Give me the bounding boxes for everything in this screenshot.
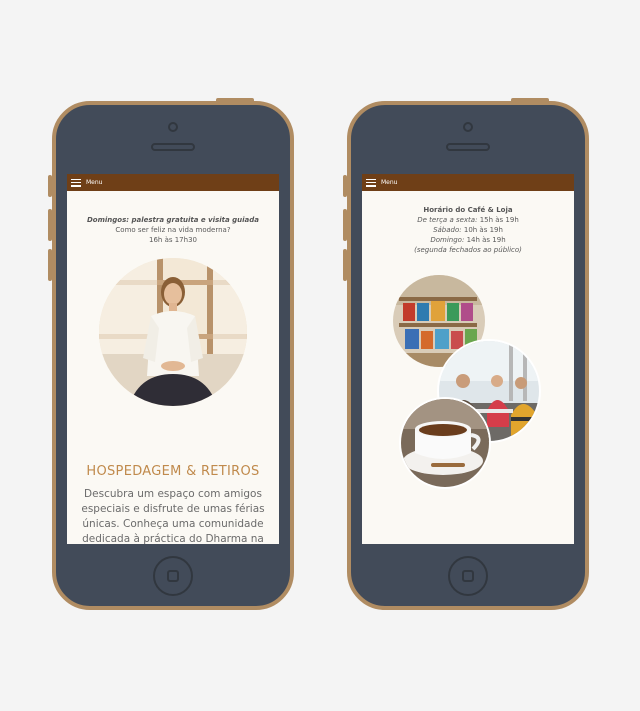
section-heading: HOSPEDAGEM & RETIROS bbox=[86, 464, 260, 479]
power-button bbox=[216, 98, 254, 103]
volume-up-button bbox=[343, 209, 347, 241]
camera-icon bbox=[463, 122, 473, 132]
power-button bbox=[511, 98, 549, 103]
mute-switch bbox=[48, 175, 52, 197]
camera-icon bbox=[168, 122, 178, 132]
volume-down-button bbox=[48, 249, 52, 281]
screen-right: Menu Horário do Café & Loja De terça a s… bbox=[362, 174, 574, 544]
menu-label[interactable]: Menu bbox=[381, 179, 397, 186]
hamburger-icon[interactable] bbox=[71, 178, 81, 187]
home-button-icon[interactable] bbox=[448, 556, 488, 596]
phone-left: Menu Domingos: palestra gratuita e visit… bbox=[48, 98, 294, 610]
hamburger-icon[interactable] bbox=[366, 178, 376, 187]
speaker-icon bbox=[151, 143, 195, 151]
menu-bar[interactable]: Menu bbox=[362, 174, 574, 191]
phone-right: Menu Horário do Café & Loja De terça a s… bbox=[343, 98, 589, 610]
sunday-talk-info: Domingos: palestra gratuita e visita gui… bbox=[67, 215, 279, 245]
opening-hours: Horário do Café & Loja De terça a sexta:… bbox=[362, 205, 574, 255]
volume-down-button bbox=[343, 249, 347, 281]
menu-label[interactable]: Menu bbox=[86, 179, 102, 186]
volume-up-button bbox=[48, 209, 52, 241]
sunday-talk-subtitle: Como ser feliz na vida moderna? bbox=[115, 226, 231, 234]
mute-switch bbox=[343, 175, 347, 197]
section-paragraph: Descubra um espaço com amigos especiais … bbox=[81, 488, 265, 544]
opening-hours-title: Horário do Café & Loja bbox=[423, 206, 513, 214]
coffee-photo bbox=[399, 397, 491, 489]
meditation-photo bbox=[99, 258, 247, 406]
home-button-icon[interactable] bbox=[153, 556, 193, 596]
sunday-talk-title: Domingos: palestra gratuita e visita gui… bbox=[86, 216, 260, 224]
hours-note: (segunda fechados ao público) bbox=[414, 246, 522, 254]
speaker-icon bbox=[446, 143, 490, 151]
screen-left: Menu Domingos: palestra gratuita e visit… bbox=[67, 174, 279, 544]
hours-sunday: Domingo: 14h às 19h bbox=[430, 236, 506, 244]
sunday-talk-time: 16h às 17h30 bbox=[149, 236, 197, 244]
hours-saturday: Sábado: 10h às 19h bbox=[433, 226, 503, 234]
menu-bar[interactable]: Menu bbox=[67, 174, 279, 191]
hours-weekdays: De terça a sexta: 15h às 19h bbox=[417, 216, 519, 224]
